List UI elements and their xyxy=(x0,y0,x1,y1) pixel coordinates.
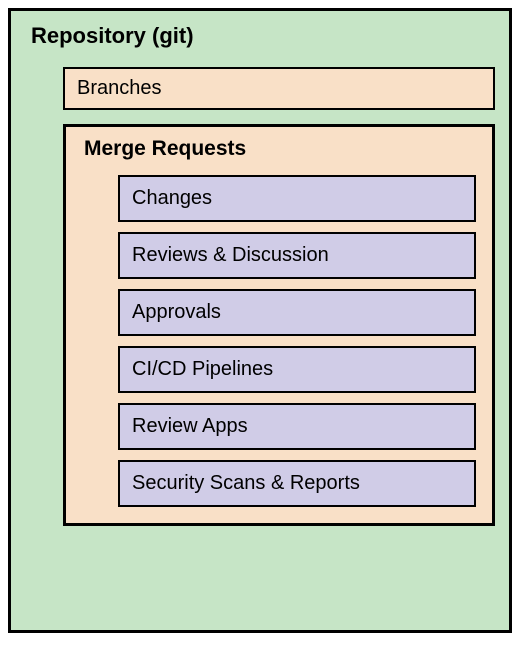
branches-box: Branches xyxy=(63,67,495,110)
mr-item-review-apps: Review Apps xyxy=(118,403,476,450)
mr-item-reviews: Reviews & Discussion xyxy=(118,232,476,279)
mr-item-approvals: Approvals xyxy=(118,289,476,336)
merge-requests-container: Merge Requests Changes Reviews & Discuss… xyxy=(63,124,495,526)
mr-item-changes: Changes xyxy=(118,175,476,222)
merge-requests-title: Merge Requests xyxy=(84,137,478,161)
mr-item-security: Security Scans & Reports xyxy=(118,460,476,507)
repository-title: Repository (git) xyxy=(31,23,491,49)
repository-container: Repository (git) Branches Merge Requests… xyxy=(8,8,512,633)
mr-item-pipelines: CI/CD Pipelines xyxy=(118,346,476,393)
